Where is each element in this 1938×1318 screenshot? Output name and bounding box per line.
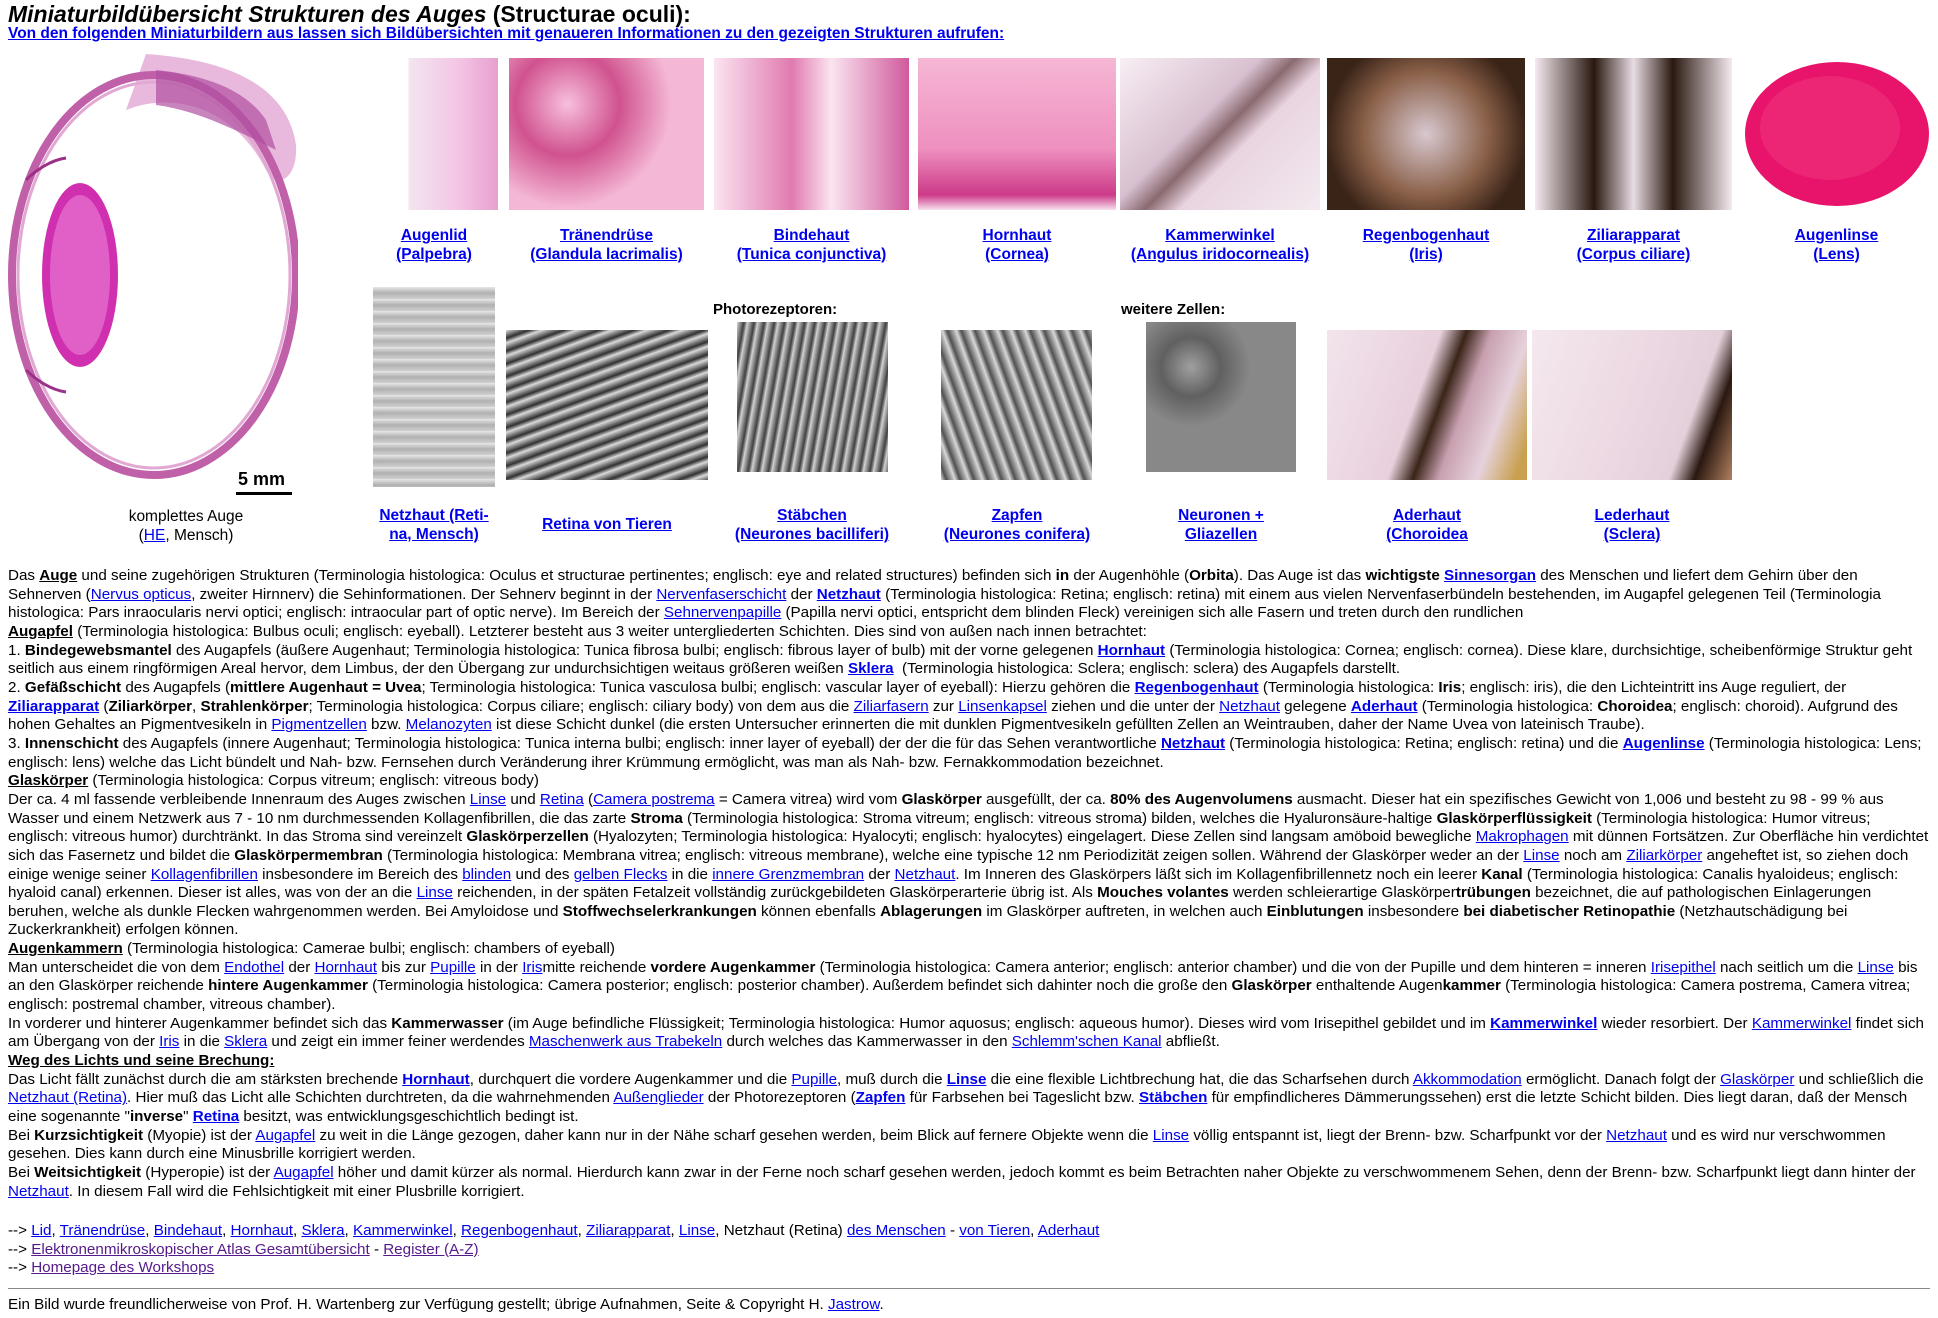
nav-tieren[interactable]: von Tieren [959,1222,1030,1239]
divider [8,1288,1930,1289]
caption-retina-tiere[interactable]: Retina von Tieren [506,515,708,534]
nav-hornhaut[interactable]: Hornhaut [231,1222,293,1239]
caption-neuronen[interactable]: Neuronen + Gliazellen [1146,506,1296,544]
sclera-thumbnail[interactable] [1532,330,1732,480]
retina-animals-thumbnail[interactable] [506,330,708,480]
he-link[interactable]: HE [144,527,166,544]
caption-traenendruese[interactable]: Tränendrüse (Glandula lacrimalis) [509,226,704,264]
caption-staebchen[interactable]: Stäbchen (Neurones bacilliferi) [712,506,912,544]
chamber-angle-thumbnail[interactable] [1120,58,1320,210]
main-text: Das Auge und seine zugehörigen Strukture… [8,567,1929,1200]
nav-sklera[interactable]: Sklera [301,1222,344,1239]
caption-netzhaut[interactable]: Netzhaut (Reti-na, Mensch) [369,506,499,544]
conjunctiva-thumbnail[interactable] [714,58,909,210]
caption-hornhaut[interactable]: Hornhaut (Cornea) [918,226,1116,264]
cornea-thumbnail[interactable] [918,58,1116,210]
nav-traenendruese[interactable]: Tränendrüse [60,1222,146,1239]
lacrimal-gland-thumbnail[interactable] [509,58,704,210]
nav-linse[interactable]: Linse [679,1222,715,1239]
choroid-thumbnail[interactable] [1327,330,1527,480]
ciliary-thumbnail[interactable] [1535,58,1732,210]
footer-nav: --> Lid, Tränendrüse, Bindehaut, Hornhau… [8,1222,1100,1277]
nav-kammerwinkel[interactable]: Kammerwinkel [353,1222,453,1239]
caption-augenlid[interactable]: Augenlid (Palpebra) [370,226,498,264]
caption-augenlinse[interactable]: Augenlinse (Lens) [1740,226,1933,264]
photoreceptors-header: Photorezeptoren: [713,301,838,318]
caption-ziliarapparat[interactable]: Ziliarapparat (Corpus ciliare) [1535,226,1732,264]
nav-ziliarapparat[interactable]: Ziliarapparat [586,1222,670,1239]
nav-menschen[interactable]: des Menschen [847,1222,946,1239]
eye-overview-image[interactable] [6,50,298,498]
rods-thumbnail[interactable] [737,322,888,472]
caption-bindehaut[interactable]: Bindehaut (Tunica conjunctiva) [714,226,909,264]
nav-register[interactable]: Register (A-Z) [383,1241,478,1258]
retina-human-thumbnail[interactable] [373,287,495,487]
nav-atlas[interactable]: Elektronenmikroskopischer Atlas Gesamtüb… [31,1241,370,1258]
caption-aderhaut[interactable]: Aderhaut (Choroidea [1327,506,1527,544]
nav-lid[interactable]: Lid [31,1222,51,1239]
neurons-glia-thumbnail[interactable] [1146,322,1296,472]
caption-lederhaut[interactable]: Lederhaut (Sclera) [1532,506,1732,544]
caption-kammerwinkel[interactable]: Kammerwinkel (Angulus iridocornealis) [1120,226,1320,264]
scale-bar [236,492,292,495]
scale-label: 5 mm [238,469,286,489]
eye-caption: komplettes Auge (HE, Mensch) [128,508,244,544]
credit-line: Ein Bild wurde freundlicherweise von Pro… [8,1296,884,1313]
eyelid-thumbnail[interactable] [370,58,498,210]
nav-bindehaut[interactable]: Bindehaut [154,1222,222,1239]
iris-thumbnail[interactable] [1327,58,1525,210]
subtitle-link[interactable]: Von den folgenden Miniaturbildern aus la… [8,25,1004,44]
caption-regenbogenhaut[interactable]: Regenbogenhaut (Iris) [1327,226,1525,264]
nav-aderhaut[interactable]: Aderhaut [1038,1222,1100,1239]
nav-regenbogenhaut[interactable]: Regenbogenhaut [461,1222,578,1239]
more-cells-header: weitere Zellen: [1121,301,1226,318]
page-title: Miniaturbildübersicht Strukturen des Aug… [8,1,691,27]
lens-thumbnail[interactable] [1740,58,1933,210]
caption-zapfen[interactable]: Zapfen (Neurones conifera) [916,506,1118,544]
intro-paragraph: Das Auge und seine zugehörigen Strukture… [8,567,1881,622]
cones-thumbnail[interactable] [941,330,1092,480]
nav-homepage[interactable]: Homepage des Workshops [31,1259,214,1276]
jastrow-link[interactable]: Jastrow [828,1296,880,1313]
